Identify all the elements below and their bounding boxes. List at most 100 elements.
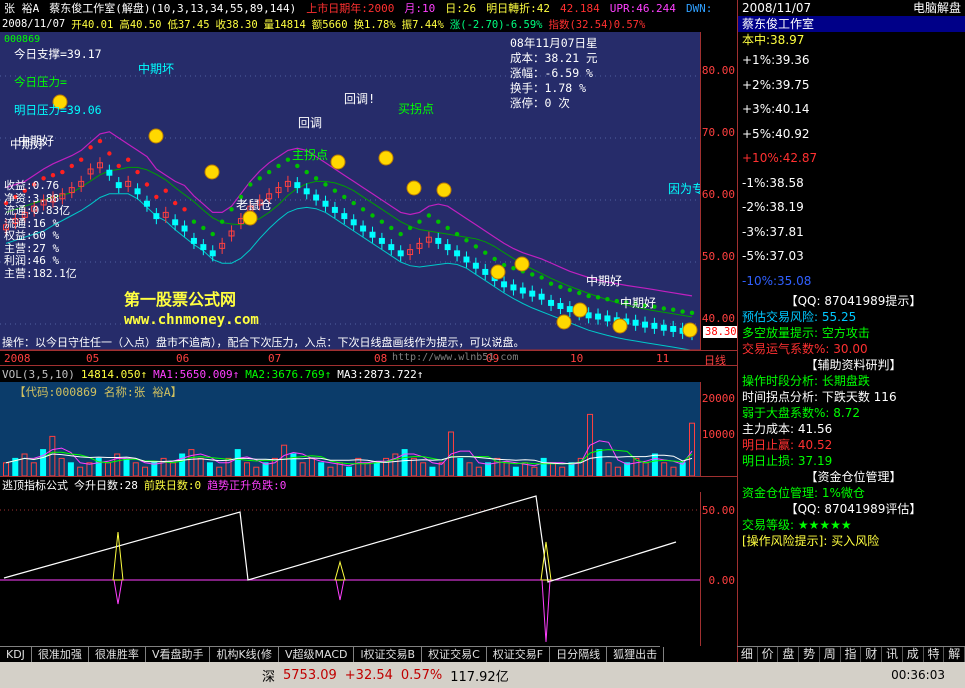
chart-annotation: 中期好	[18, 134, 55, 148]
formula-name: 蔡东俊工作室(解盘)(10,3,13,34,55,89,144)	[49, 2, 297, 15]
price-level: -10%:35.08	[742, 273, 812, 288]
panel-button[interactable]: 细	[737, 647, 758, 662]
indicator-tab[interactable]: 机构K线(修	[210, 647, 279, 662]
volume-chart[interactable]: 【代码:000869 名称:张 裕A】	[0, 382, 700, 477]
panel-button[interactable]: 周	[820, 647, 841, 662]
volume-bar	[318, 462, 325, 477]
kline-chart[interactable]: 000869 今日支撑=39.17 今日压力= 明日压力=39.06 中期好 收益:…	[0, 32, 704, 351]
panel-button[interactable]: 价	[758, 647, 779, 662]
main-cost-line: 主力成本: 41.56	[742, 422, 833, 436]
chart-annotation: 主拐点	[292, 148, 329, 162]
indicator-chart[interactable]	[0, 492, 700, 646]
vol-ma3: MA3:2873.722↑	[337, 367, 424, 381]
volume-bar	[475, 466, 482, 477]
indicator-svg[interactable]	[0, 492, 700, 646]
volume-bar	[429, 466, 436, 477]
tomorrow-turn: 明日轉折:42	[486, 2, 550, 15]
price-level: +1%:39.36	[742, 53, 810, 67]
indicator-tab[interactable]: V超级MACD	[279, 647, 355, 662]
volume-bar	[549, 462, 556, 477]
research-header: 【辅助资料研判】	[805, 358, 902, 372]
chart-annotation: 中期好	[586, 274, 623, 288]
chart-annotation: 中期坏	[138, 62, 175, 76]
volume-bar	[40, 449, 47, 477]
bull-bear-line: 多空放量提示: 空方攻击	[742, 326, 870, 340]
volume-bar	[67, 462, 74, 477]
volume-bar	[49, 435, 56, 477]
volume-bar	[355, 457, 362, 477]
volume-bar	[299, 462, 306, 477]
vs-market-line: 弱于大盘系数%: 8.72	[742, 406, 860, 420]
volume-bar	[327, 466, 334, 477]
price-tick-70: 70.00	[701, 126, 735, 139]
volume-axis: 20000 10000	[700, 382, 737, 476]
indicator-tab[interactable]: KDJ	[0, 647, 32, 662]
volume-value: 量14814	[263, 18, 306, 31]
volume-bar	[3, 462, 9, 477]
indicator-tab[interactable]: 很准加强	[32, 647, 89, 662]
status-bar: 深 5753.09 +32.54 0.57% 117.92亿 00:36:03	[0, 662, 965, 688]
spike-down	[541, 579, 551, 643]
dwn-value: DWN:	[685, 1, 713, 15]
price-level: -3%:37.81	[742, 224, 804, 239]
turn-value: 42.184	[559, 1, 600, 15]
volume-bar	[577, 457, 584, 477]
panel-button[interactable]: 盘	[778, 647, 800, 662]
panel-button[interactable]: 讯	[882, 647, 903, 662]
risk-tip-line: [操作风险提示]: 买入风险	[742, 534, 880, 548]
panel-button[interactable]: 解	[944, 647, 965, 662]
date-label: 05	[86, 352, 100, 365]
volume-bar	[188, 449, 195, 477]
volume-bar	[104, 462, 111, 477]
panel-button[interactable]: 财	[861, 647, 883, 662]
analysis-panel: 2008/11/07 电脑解盘 蔡东俊工作室 本中:38.97 +1%:39.3…	[737, 0, 965, 662]
panel-title: 电脑解盘	[912, 1, 961, 15]
date-label: 06	[176, 352, 190, 365]
stock-symbol[interactable]: 张 裕A	[4, 0, 39, 16]
chart-annotation: 回调	[298, 116, 323, 130]
vol-ma2-line	[5, 449, 693, 465]
market-pct: 0.57%	[400, 667, 443, 683]
indicator-name[interactable]: 逃顶指标公式	[2, 477, 68, 492]
indicator-tab[interactable]: 权证交易F	[487, 647, 551, 662]
price-level: -5%:37.03	[742, 249, 804, 263]
volume-bar	[512, 466, 519, 477]
indicator-tab[interactable]: 日分隔线	[550, 647, 608, 662]
volume-bar	[503, 462, 510, 477]
trend-value: 趋势正升负跌:0	[207, 478, 287, 492]
panel-button[interactable]: 成	[903, 647, 924, 662]
indicator-tab[interactable]: V看盘助手	[146, 647, 211, 662]
market-amount: 117.92亿	[450, 669, 509, 685]
volume-bar	[179, 453, 186, 477]
vol-tick-20000: 20000	[701, 392, 735, 405]
change-value: 涨(-2.70)-6.59%	[449, 18, 543, 31]
indicator-tab[interactable]: 狐狸出击	[607, 647, 665, 662]
volume-bar	[364, 462, 371, 477]
chart-annotation: 因为专	[668, 182, 705, 196]
panel-button[interactable]: 特	[924, 647, 945, 662]
volume-bar	[197, 457, 204, 477]
volume-bar	[308, 457, 315, 477]
indicator-info-bar: 逃顶指标公式 今升日数:28 前跌日数:0 趋势正升负跌:0	[0, 476, 737, 492]
volume-bar	[689, 422, 695, 477]
annotations-layer: 中期坏 中期好 老鼠仓 回调! 买拐点 主拐点 回调 因为专 中期好 中期好	[0, 32, 704, 350]
panel-button[interactable]: 指	[841, 647, 862, 662]
chart-annotation: 买拐点	[398, 102, 435, 116]
amount-value: 额5660	[311, 18, 348, 31]
panel-button[interactable]: 势	[799, 647, 820, 662]
qq-line: 【QQ: 87041989提示】	[785, 294, 922, 308]
studio-name[interactable]: 蔡东俊工作室	[738, 16, 965, 32]
volume-bar	[670, 466, 677, 477]
volume-bar	[651, 453, 658, 477]
volume-bar	[457, 457, 464, 477]
volume-bar	[540, 457, 547, 477]
chart-title-bar: 张 裕A 蔡东俊工作室(解盘)(10,3,13,34,55,89,144) 上市…	[0, 0, 737, 16]
indicator-tab[interactable]: 很准胜率	[89, 647, 146, 662]
grade-line: 交易等级: ★★★★★	[738, 517, 965, 533]
indicator-tab[interactable]: l权证交易B	[354, 647, 423, 662]
indicator-tab[interactable]: 权证交易C	[422, 647, 487, 662]
volume-bar	[281, 444, 288, 477]
code-name-line: 【代码:000869 名称:张 裕A】	[14, 385, 183, 399]
indicator-line	[3, 495, 677, 583]
panel-date: 2008/11/07	[742, 1, 812, 15]
